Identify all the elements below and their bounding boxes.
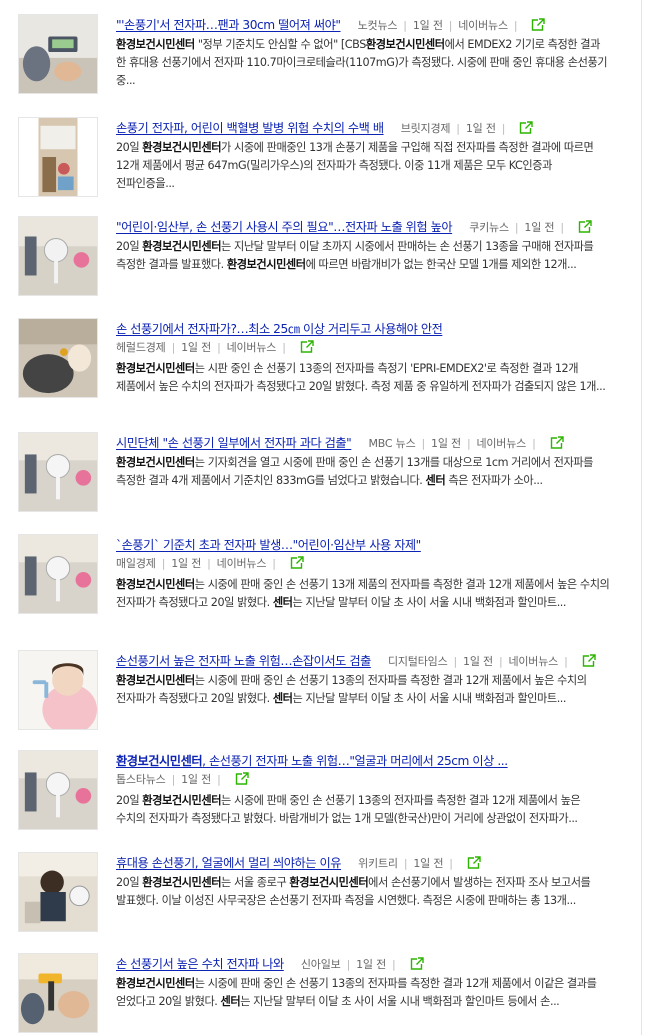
highlight-keyword: 환경보건시민센터 [289,876,369,889]
press-name[interactable]: 위키트리 [358,857,398,870]
time-ago: 1일 전 [431,437,461,450]
time-ago: 1일 전 [413,857,444,870]
news-snippet: 환경보건시민센터는 기자회견을 열고 시중에 판매 중인 손 선풍기 13개를 … [116,456,593,487]
highlight-keyword: 센터 [220,995,241,1008]
highlight-keyword: 센터 [425,474,446,487]
highlight-keyword: 환경보건시민센터 [142,141,222,154]
news-snippet: 20일 환경보건시민센터가 시중에 판매중인 13개 손풍기 제품을 구입해 직… [116,141,594,190]
share-out-icon[interactable] [531,18,546,31]
share-out-icon[interactable] [290,556,304,569]
news-thumbnail[interactable] [18,432,98,512]
time-ago: 1일 전 [171,557,202,570]
news-title-link[interactable]: "어린이·임산부, 손 선풍기 사용시 주의 필요"…전자파 노출 위험 높아 [116,220,453,234]
press-name[interactable]: 쿠키뉴스 [469,221,509,234]
news-thumbnail[interactable] [18,14,98,94]
news-title-link[interactable]: 환경보건시민센터, 손선풍기 전자파 노출 위험…"얼굴과 머리에서 25cm … [116,754,508,768]
highlight-keyword: 환경보건시민센터 [142,876,222,889]
news-snippet: 환경보건시민센터는 시중에 판매 중인 손 선풍기 13개 제품의 전자파를 측… [116,578,610,609]
time-ago: 1일 전 [181,341,212,354]
news-title-link[interactable]: "'손풍기'서 전자파…팬과 30cm 떨어져 써야" [116,18,341,32]
naver-news-link[interactable]: 네이버뉴스 [227,341,277,354]
highlight-keyword: 환경보건시민센터 [116,362,195,375]
news-thumbnail[interactable] [18,852,98,932]
news-thumbnail[interactable] [18,650,98,730]
time-ago: 1일 전 [412,19,443,32]
share-out-icon[interactable] [582,654,596,667]
highlight-keyword: 환경보건시민센터 [142,794,222,807]
share-out-icon[interactable] [300,340,314,353]
share-out-icon[interactable] [519,121,533,134]
press-name[interactable]: 매일경제 [116,557,156,570]
share-out-icon[interactable] [410,957,424,970]
press-name[interactable]: 신아일보 [301,958,341,971]
press-name[interactable]: MBC 뉴스 [368,437,415,450]
naver-news-link[interactable]: 네이버뉴스 [217,557,267,570]
time-ago: 1일 전 [463,655,493,668]
news-title-link[interactable]: 손 선풍기서 높은 수치 전자파 나와 [116,957,284,971]
news-title-link[interactable]: 시민단체 "손 선풍기 일부에서 전자파 과다 검출" [116,436,352,450]
time-ago: 1일 전 [181,773,212,786]
news-thumbnail[interactable] [18,953,98,1033]
highlight-keyword: 환경보건시민센터 [365,38,445,51]
naver-news-link[interactable]: 네이버뉴스 [458,19,508,32]
highlight-keyword: 환경보건시민센터 [226,258,306,271]
press-name[interactable]: 톱스타뉴스 [116,773,166,786]
highlight-keyword: 환경보건시민센터 [142,240,222,253]
share-out-icon[interactable] [550,436,564,449]
press-name[interactable]: 브릿지경제 [401,122,451,135]
news-title-link[interactable]: 손 선풍기에서 전자파가?…최소 25㎝ 이상 거리두고 사용해야 안전 [116,322,443,336]
highlight-keyword: 환경보건시민센터 [116,456,195,469]
highlight-keyword: 센터 [272,692,293,705]
news-thumbnail[interactable] [18,534,98,614]
highlight-keyword: 환경보건시민센터 [116,977,195,990]
press-name[interactable]: 노컷뉴스 [358,19,398,32]
share-out-icon[interactable] [578,220,592,233]
news-snippet: 환경보건시민센터는 시판 중인 손 선풍기 13종의 전자파를 측정기 'EPR… [116,362,606,393]
news-snippet: 20일 환경보건시민센터는 지난달 말부터 이달 초까지 시중에서 판매하는 손… [116,240,594,271]
news-title-link[interactable]: `손풍기` 기준치 초과 전자파 발생…"어린이·임산부 사용 자제" [116,538,421,552]
news-thumbnail[interactable] [18,318,98,398]
highlight-keyword: 환경보건시민센터 [116,38,195,51]
news-snippet: 20일 환경보건시민센터는 서울 종로구 환경보건시민센터에서 손선풍기에서 발… [116,876,591,907]
highlight-keyword: 환경보건시민센터 [116,754,203,768]
news-title-link[interactable]: 손선풍기서 높은 전자파 노출 위험…손잡이서도 검출 [116,654,371,668]
news-snippet: 환경보건시민센터는 시중에 판매 중인 손 선풍기 13종의 전자파를 측정한 … [116,977,597,1008]
press-name[interactable]: 헤럴드경제 [116,341,166,354]
time-ago: 1일 전 [465,122,496,135]
naver-news-link[interactable]: 네이버뉴스 [508,655,558,668]
news-title-link[interactable]: 휴대용 손선풍기, 얼굴에서 멀리 씌야하는 이유 [116,856,341,870]
press-name[interactable]: 디지털타임스 [388,655,448,668]
news-thumbnail[interactable] [18,117,98,197]
right-border [641,0,642,1035]
news-snippet: 환경보건시민센터는 시중에 판매 중인 손 선풍기 13종의 전자파를 측정한 … [116,674,587,705]
news-snippet: 환경보건시민센터 "정부 기준치도 안심할 수 없어" [CBS환경보건시민센터… [116,38,608,87]
time-ago: 1일 전 [356,958,387,971]
news-title-link[interactable]: 손풍기 전자파, 어린이 백혈병 발병 위험 수치의 수백 배 [116,121,384,135]
news-snippet: 20일 환경보건시민센터는 시중에 판매 중인 손 선풍기 13종의 전자파를 … [116,794,581,825]
naver-news-link[interactable]: 네이버뉴스 [476,437,526,450]
share-out-icon[interactable] [235,772,249,785]
highlight-keyword: 환경보건시민센터 [116,674,195,687]
news-thumbnail[interactable] [18,750,98,830]
highlight-keyword: 환경보건시민센터 [116,578,195,591]
news-thumbnail[interactable] [18,216,98,296]
share-out-icon[interactable] [467,856,481,869]
time-ago: 1일 전 [524,221,555,234]
highlight-keyword: 센터 [272,596,293,609]
